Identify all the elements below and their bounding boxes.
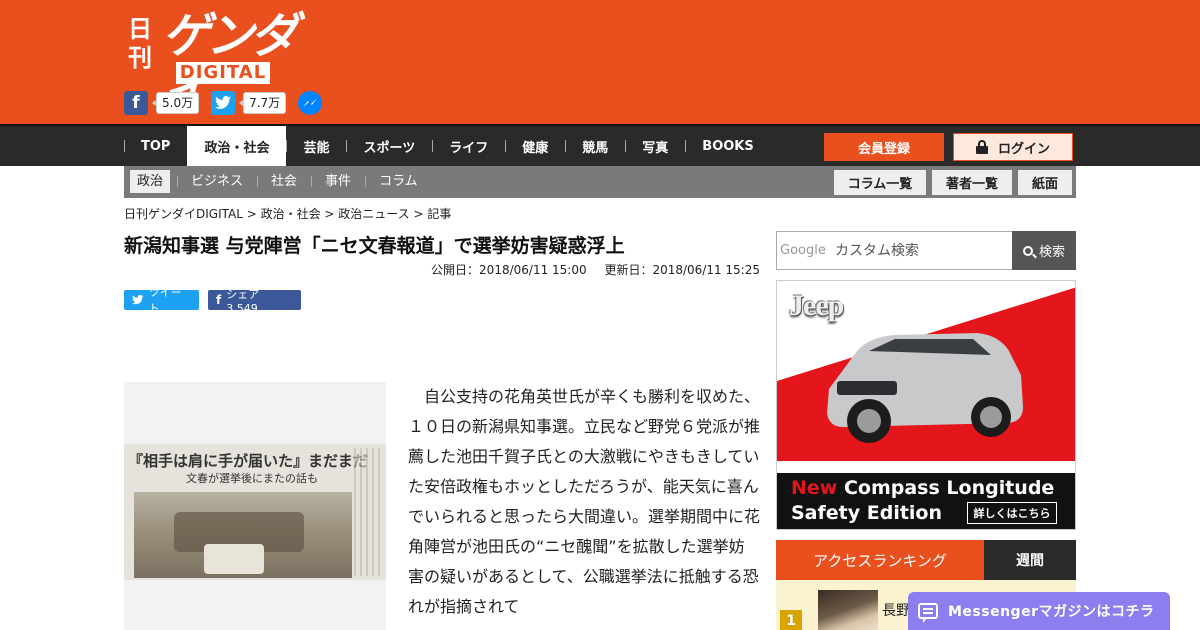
clipping-headline: 『相手は肩に手が届いた』まだまだ: [128, 452, 368, 470]
subnav-item-column[interactable]: コラム: [372, 170, 425, 193]
facebook-share-button[interactable]: f シェア 3,549: [208, 288, 301, 315]
nav-item-books[interactable]: BOOKS: [685, 126, 770, 166]
main-nav: TOP 政治・社会 芸能 スポーツ ライフ 健康 競馬 写真 BOOKS 会員登…: [0, 124, 1200, 166]
share-buttons: ツイート f シェア 3,549: [124, 286, 310, 315]
nav-item-top[interactable]: TOP: [124, 126, 187, 166]
rank-number: 1: [780, 610, 802, 630]
author-list-button[interactable]: 著者一覧: [932, 170, 1012, 195]
ad-subheadline: Safety Edition: [791, 502, 943, 524]
messenger-label: Messengerマガジンはコチラ: [948, 604, 1155, 620]
nav-items: TOP 政治・社会 芸能 スポーツ ライフ 健康 競馬 写真 BOOKS: [124, 126, 771, 166]
lock-icon: [975, 140, 988, 154]
twitter-icon: [132, 295, 144, 305]
published-date: 公開日：2018/06/11 15:00: [431, 263, 587, 277]
nav-item-entertainment[interactable]: 芸能: [286, 126, 346, 166]
nav-item-keiba[interactable]: 競馬: [565, 126, 625, 166]
register-button[interactable]: 会員登録: [824, 133, 944, 161]
clipping-subhead: 文春が選挙後にまたの話も: [186, 472, 318, 485]
site-logo[interactable]: 日刊 ゲンダイ DIGITAL: [124, 8, 314, 120]
updated-date: 更新日：2018/06/11 15:25: [604, 263, 760, 277]
article-image: 『相手は肩に手が届いた』まだまだ 文春が選挙後にまたの話も: [124, 382, 386, 630]
facebook-count: 5.0万: [151, 92, 200, 114]
ad-headline: New Compass Longitude: [791, 477, 1054, 499]
nav-item-health[interactable]: 健康: [505, 126, 565, 166]
rank-headline[interactable]: 長野: [882, 600, 910, 622]
jeep-ad[interactable]: Jeep New Compass Longitude Safety Editio…: [776, 280, 1076, 530]
facebook-icon: f: [216, 293, 222, 307]
article-body: 自公支持の花角英世氏が辛くも勝利を収めた、１０日の新潟県知事選。立民など野党６党…: [408, 382, 760, 622]
paper-button[interactable]: 紙面: [1018, 170, 1072, 195]
site-header: 日刊 ゲンダイ DIGITAL f 5.0万 7.7万: [0, 0, 1200, 124]
ranking-header: アクセスランキング 週間: [776, 540, 1076, 580]
messenger-magazine-button[interactable]: Messengerマガジンはコチラ: [908, 592, 1170, 630]
search-icon: [1022, 245, 1033, 256]
nav-item-life[interactable]: ライフ: [432, 126, 505, 166]
sub-nav-buttons: コラム一覧 著者一覧 紙面: [828, 170, 1072, 195]
ranking-title: アクセスランキング: [776, 540, 984, 580]
article-paragraph: 自公支持の花角英世氏が辛くも勝利を収めた、１０日の新潟県知事選。立民など野党６党…: [408, 387, 761, 616]
custom-search: Google 検索: [776, 231, 1076, 270]
article-dates: 公開日：2018/06/11 15:00 更新日：2018/06/11 15:2…: [431, 261, 760, 278]
chat-icon: [918, 603, 938, 623]
newspaper-clipping: 『相手は肩に手が届いた』まだまだ 文春が選挙後にまたの話も: [124, 444, 386, 580]
share-label: シェア 3,549: [226, 287, 260, 315]
facebook-icon[interactable]: f: [124, 91, 148, 115]
search-input[interactable]: [776, 231, 1013, 270]
search-button[interactable]: 検索: [1012, 231, 1076, 270]
logo-kanji: 日刊: [128, 14, 152, 72]
twitter-count: 7.7万: [239, 92, 287, 114]
login-button[interactable]: ログイン: [953, 133, 1073, 161]
clipping-text-columns: [354, 448, 382, 576]
ranking-tab-weekly[interactable]: 週間: [984, 540, 1076, 580]
tweet-button[interactable]: ツイート: [124, 286, 199, 315]
subnav-item-society[interactable]: 社会: [264, 170, 313, 193]
article-title: 新潟知事選 与党陣営「ニセ文春報道」で選挙妨害疑惑浮上: [124, 235, 625, 257]
subnav-item-incidents[interactable]: 事件: [318, 170, 367, 193]
sub-nav: 政治 ビジネス 社会 事件 コラム コラム一覧 著者一覧 紙面: [124, 166, 1076, 198]
ad-more-button[interactable]: 詳しくはこちら: [967, 502, 1057, 524]
messenger-icon[interactable]: [298, 91, 323, 115]
breadcrumb[interactable]: 日刊ゲンダイDIGITAL > 政治・社会 > 政治ニュース > 記事: [124, 206, 451, 222]
social-counters: f 5.0万 7.7万: [124, 91, 323, 115]
ad-headline-new: New: [791, 477, 838, 499]
twitter-bird-glyph: [215, 96, 232, 109]
login-label: ログイン: [997, 141, 1050, 157]
logo-digital: DIGITAL: [176, 62, 270, 84]
column-list-button[interactable]: コラム一覧: [834, 170, 926, 195]
nav-item-sports[interactable]: スポーツ: [346, 126, 432, 166]
subnav-item-politics[interactable]: 政治: [130, 170, 179, 193]
search-button-label: 検索: [1038, 245, 1065, 260]
jeep-logo: Jeep: [789, 289, 844, 322]
nav-item-politics-society[interactable]: 政治・社会: [187, 126, 287, 166]
clipping-photo: [134, 492, 352, 578]
ad-headline-rest: Compass Longitude: [837, 477, 1055, 499]
nav-item-photo[interactable]: 写真: [625, 126, 685, 166]
tweet-label: ツイート: [148, 286, 182, 315]
messenger-bolt-glyph: [303, 98, 318, 107]
sub-nav-items: 政治 ビジネス 社会 事件 コラム: [130, 170, 439, 194]
subnav-item-business[interactable]: ビジネス: [184, 170, 259, 193]
rank-thumbnail[interactable]: [818, 590, 878, 630]
twitter-icon[interactable]: [211, 91, 236, 115]
